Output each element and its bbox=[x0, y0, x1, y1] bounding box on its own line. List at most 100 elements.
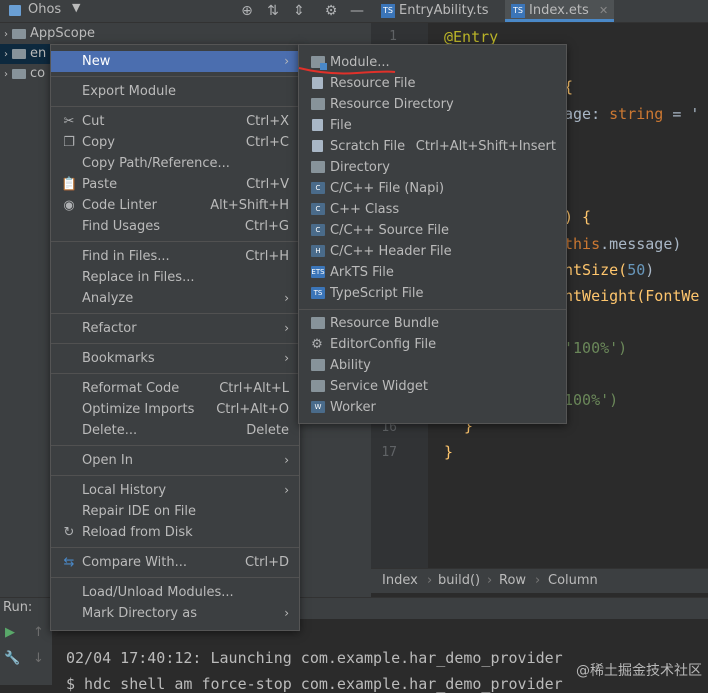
menu-separator bbox=[51, 106, 299, 107]
watermark: @稀土掘金技术社区 bbox=[576, 663, 702, 679]
menu-item-delete[interactable]: Delete... Delete bbox=[51, 420, 299, 441]
menu-item-compare-with[interactable]: ⇆ Compare With... Ctrl+D bbox=[51, 552, 299, 573]
menu-item-file[interactable]: File bbox=[299, 115, 566, 136]
menu-item-cpp-class[interactable]: C C++ Class bbox=[299, 199, 566, 220]
project-title[interactable]: Ohos bbox=[28, 2, 61, 17]
menu-item-optimize-imports[interactable]: Optimize Imports Ctrl+Alt+O bbox=[51, 399, 299, 420]
menu-item-cpp-file-napi[interactable]: C C/C++ File (Napi) bbox=[299, 178, 566, 199]
linter-icon: ◉ bbox=[63, 198, 75, 213]
menu-separator bbox=[51, 577, 299, 578]
wrench-icon[interactable]: 🔧 bbox=[4, 651, 20, 666]
expand-arrow-icon[interactable]: › bbox=[4, 69, 8, 80]
menu-separator bbox=[51, 241, 299, 242]
menu-item-find-in-files[interactable]: Find in Files... Ctrl+H bbox=[51, 246, 299, 267]
menu-item-reload-from-disk[interactable]: ↻ Reload from Disk bbox=[51, 522, 299, 543]
menu-separator bbox=[51, 475, 299, 476]
menu-item-editorconfig-file[interactable]: ⚙ EditorConfig File bbox=[299, 334, 566, 355]
editor-tab-bar: TS EntryAbility.ts TS Index.ets ✕ bbox=[371, 0, 708, 23]
menu-item-ability[interactable]: Ability bbox=[299, 355, 566, 376]
menu-item-refactor[interactable]: Refactor › bbox=[51, 318, 299, 339]
line-number: 17 bbox=[381, 445, 397, 460]
code-line: ) { bbox=[564, 208, 592, 226]
menu-item-reformat-code[interactable]: Reformat Code Ctrl+Alt+L bbox=[51, 378, 299, 399]
code-line: age: string = ' bbox=[564, 105, 700, 123]
minimize-icon[interactable]: — bbox=[348, 2, 366, 20]
menu-item-mark-directory-as[interactable]: Mark Directory as › bbox=[51, 603, 299, 624]
menu-item-replace-in-files[interactable]: Replace in Files... bbox=[51, 267, 299, 288]
expand-arrow-icon[interactable]: › bbox=[4, 29, 8, 40]
menu-item-find-usages[interactable]: Find Usages Ctrl+G bbox=[51, 216, 299, 237]
breadcrumb-separator: › bbox=[535, 573, 541, 588]
menu-item-repair-ide[interactable]: Repair IDE on File bbox=[51, 501, 299, 522]
cpp-class-icon: C bbox=[311, 203, 325, 215]
menu-item-typescript-file[interactable]: TS TypeScript File bbox=[299, 283, 566, 304]
breadcrumb-separator: › bbox=[427, 573, 433, 588]
menu-item-load-unload-modules[interactable]: Load/Unload Modules... bbox=[51, 582, 299, 603]
red-underline-annotation bbox=[298, 67, 396, 75]
breadcrumb-item[interactable]: Column bbox=[548, 573, 598, 588]
gear-icon[interactable]: ⚙ bbox=[322, 2, 340, 20]
gear-icon: ⚙ bbox=[311, 337, 323, 352]
submenu-arrow-icon: › bbox=[284, 321, 289, 335]
project-dropdown-icon[interactable]: ▼ bbox=[72, 1, 80, 14]
menu-item-resource-bundle[interactable]: Resource Bundle bbox=[299, 313, 566, 334]
menu-item-bookmarks[interactable]: Bookmarks › bbox=[51, 348, 299, 369]
menu-item-scratch-file[interactable]: Scratch File Ctrl+Alt+Shift+Insert bbox=[299, 136, 566, 157]
menu-separator bbox=[299, 309, 566, 310]
up-arrow-icon[interactable]: ↑ bbox=[33, 625, 44, 640]
console-line: 02/04 17:40:12: Launching com.example.ha… bbox=[66, 649, 563, 667]
resource-bundle-icon bbox=[311, 317, 325, 329]
typescript-file-icon: TS bbox=[311, 287, 325, 299]
ts-file-icon: TS bbox=[381, 3, 395, 18]
folder-icon bbox=[12, 68, 26, 79]
menu-item-cpp-source-file[interactable]: C C/C++ Source File bbox=[299, 220, 566, 241]
project-toolbar: Ohos ▼ ⊕ ⇅ ⇕ ⚙ — bbox=[0, 0, 371, 23]
tab-index[interactable]: TS Index.ets ✕ bbox=[505, 0, 615, 22]
submenu-arrow-icon: › bbox=[284, 606, 289, 620]
down-arrow-icon[interactable]: ↓ bbox=[33, 651, 44, 666]
menu-item-copy-path[interactable]: Copy Path/Reference... bbox=[51, 153, 299, 174]
expand-arrow-icon[interactable]: › bbox=[4, 49, 8, 60]
menu-item-paste[interactable]: 📋 Paste Ctrl+V bbox=[51, 174, 299, 195]
run-icon[interactable]: ▶ bbox=[5, 625, 15, 640]
breadcrumb-item[interactable]: Index bbox=[382, 573, 418, 588]
folder-icon bbox=[311, 98, 325, 110]
code-line: this.message) bbox=[564, 235, 682, 253]
new-submenu: Module... Resource File Resource Directo… bbox=[298, 44, 567, 424]
menu-item-analyze[interactable]: Analyze › bbox=[51, 288, 299, 309]
folder-icon bbox=[311, 161, 325, 173]
menu-item-code-linter[interactable]: ◉ Code Linter Alt+Shift+H bbox=[51, 195, 299, 216]
menu-item-service-widget[interactable]: Service Widget bbox=[299, 376, 566, 397]
breadcrumb-separator: › bbox=[487, 573, 493, 588]
locate-icon[interactable]: ⊕ bbox=[238, 2, 256, 20]
menu-item-copy[interactable]: ❐ Copy Ctrl+C bbox=[51, 132, 299, 153]
menu-item-local-history[interactable]: Local History › bbox=[51, 480, 299, 501]
submenu-arrow-icon: › bbox=[284, 291, 289, 305]
submenu-arrow-icon: › bbox=[284, 54, 289, 68]
menu-item-worker[interactable]: W Worker bbox=[299, 397, 566, 418]
menu-item-cpp-header-file[interactable]: H C/C++ Header File bbox=[299, 241, 566, 262]
breadcrumb-item[interactable]: build() bbox=[438, 573, 480, 588]
menu-item-resource-directory[interactable]: Resource Directory bbox=[299, 94, 566, 115]
menu-item-new[interactable]: New › bbox=[51, 51, 299, 72]
context-menu: New › Export Module ✂ Cut Ctrl+X ❐ Copy Ctrl+… bbox=[50, 44, 300, 631]
copy-icon: ❐ bbox=[63, 135, 75, 150]
menu-separator bbox=[51, 547, 299, 548]
tree-item-appscope[interactable]: › AppScope bbox=[0, 24, 371, 44]
menu-item-arkts-file[interactable]: ETS ArkTS File bbox=[299, 262, 566, 283]
breadcrumb: Index › build() › Row › Column bbox=[371, 568, 708, 593]
menu-item-export-module[interactable]: Export Module bbox=[51, 81, 299, 102]
menu-item-directory[interactable]: Directory bbox=[299, 157, 566, 178]
breadcrumb-item[interactable]: Row bbox=[499, 573, 526, 588]
collapse-all-icon[interactable]: ⇕ bbox=[290, 2, 308, 20]
menu-item-open-in[interactable]: Open In › bbox=[51, 450, 299, 471]
tab-entryability[interactable]: TS EntryAbility.ts bbox=[375, 0, 495, 22]
paste-icon: 📋 bbox=[61, 177, 78, 192]
ts-file-icon: TS bbox=[511, 3, 525, 18]
submenu-arrow-icon: › bbox=[284, 351, 289, 365]
close-tab-icon[interactable]: ✕ bbox=[599, 4, 608, 17]
menu-item-cut[interactable]: ✂ Cut Ctrl+X bbox=[51, 111, 299, 132]
expand-all-icon[interactable]: ⇅ bbox=[264, 2, 282, 20]
run-toolbar: ▶ ↑ 🔧 ↓ bbox=[0, 619, 53, 685]
scratch-file-icon bbox=[312, 140, 323, 152]
